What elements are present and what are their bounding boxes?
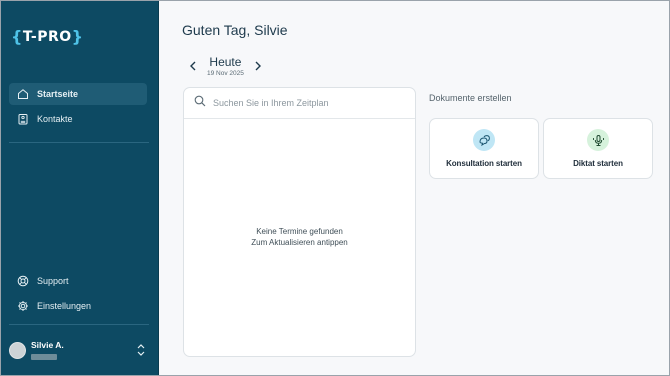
search-bar	[184, 88, 415, 119]
schedule-panel: Keine Termine gefunden Zum Aktualisieren…	[183, 87, 416, 357]
card-label: Diktat starten	[573, 159, 623, 168]
empty-state[interactable]: Keine Termine gefunden Zum Aktualisieren…	[184, 226, 415, 248]
sidebar-item-einstellungen[interactable]: Einstellungen	[9, 295, 147, 317]
sidebar-item-label: Einstellungen	[37, 301, 92, 311]
sidebar-item-support[interactable]: Support	[9, 270, 147, 292]
date-subtitle: 19 Nov 2025	[207, 70, 244, 77]
user-menu[interactable]: Silvie A.	[9, 337, 151, 363]
sidebar-divider	[9, 142, 149, 143]
date-navigator: Heute 19 Nov 2025	[187, 55, 264, 77]
user-name: Silvie A.	[31, 340, 64, 350]
start-consultation-button[interactable]: Konsultation starten	[429, 118, 539, 179]
current-date[interactable]: Heute 19 Nov 2025	[207, 55, 244, 77]
main-content: Guten Tag, Silvie Heute 19 Nov 2025 Kein	[159, 1, 669, 375]
sidebar-item-startseite[interactable]: Startseite	[9, 83, 147, 105]
chevron-left-icon[interactable]	[187, 59, 199, 73]
empty-state-line1: Keine Termine gefunden	[256, 227, 343, 236]
home-icon	[16, 88, 29, 101]
search-icon	[194, 94, 206, 112]
app-window: {T-PRO} Startseite Kontakte Support Eins…	[0, 0, 670, 376]
sidebar: {T-PRO} Startseite Kontakte Support Eins…	[1, 1, 159, 375]
sidebar-divider	[9, 324, 149, 325]
microphone-icon	[587, 129, 609, 151]
documents-section-title: Dokumente erstellen	[429, 93, 512, 103]
avatar	[9, 341, 26, 359]
empty-state-line2: Zum Aktualisieren antippen	[251, 238, 348, 247]
page-title: Guten Tag, Silvie	[182, 22, 288, 38]
sidebar-item-kontakte[interactable]: Kontakte	[9, 108, 147, 130]
start-dictation-button[interactable]: Diktat starten	[543, 118, 653, 179]
date-title: Heute	[209, 55, 242, 69]
lifebuoy-icon	[16, 275, 29, 288]
user-subtitle-redacted	[31, 354, 57, 360]
card-label: Konsultation starten	[446, 159, 522, 168]
gear-icon	[16, 300, 29, 313]
chevron-up-down-icon[interactable]	[135, 341, 147, 359]
user-info: Silvie A.	[31, 340, 64, 360]
sidebar-item-label: Kontakte	[37, 114, 73, 124]
sidebar-item-label: Startseite	[37, 89, 79, 99]
app-logo: {T-PRO}	[11, 27, 84, 46]
chevron-right-icon[interactable]	[252, 59, 264, 73]
sidebar-nav: Startseite Kontakte	[9, 83, 147, 133]
search-input[interactable]	[213, 98, 403, 108]
contacts-icon	[16, 113, 29, 126]
sidebar-bottom-nav: Support Einstellungen	[9, 270, 147, 320]
consultation-icon	[473, 129, 495, 151]
sidebar-item-label: Support	[37, 276, 69, 286]
logo-text: T-PRO	[22, 28, 72, 45]
